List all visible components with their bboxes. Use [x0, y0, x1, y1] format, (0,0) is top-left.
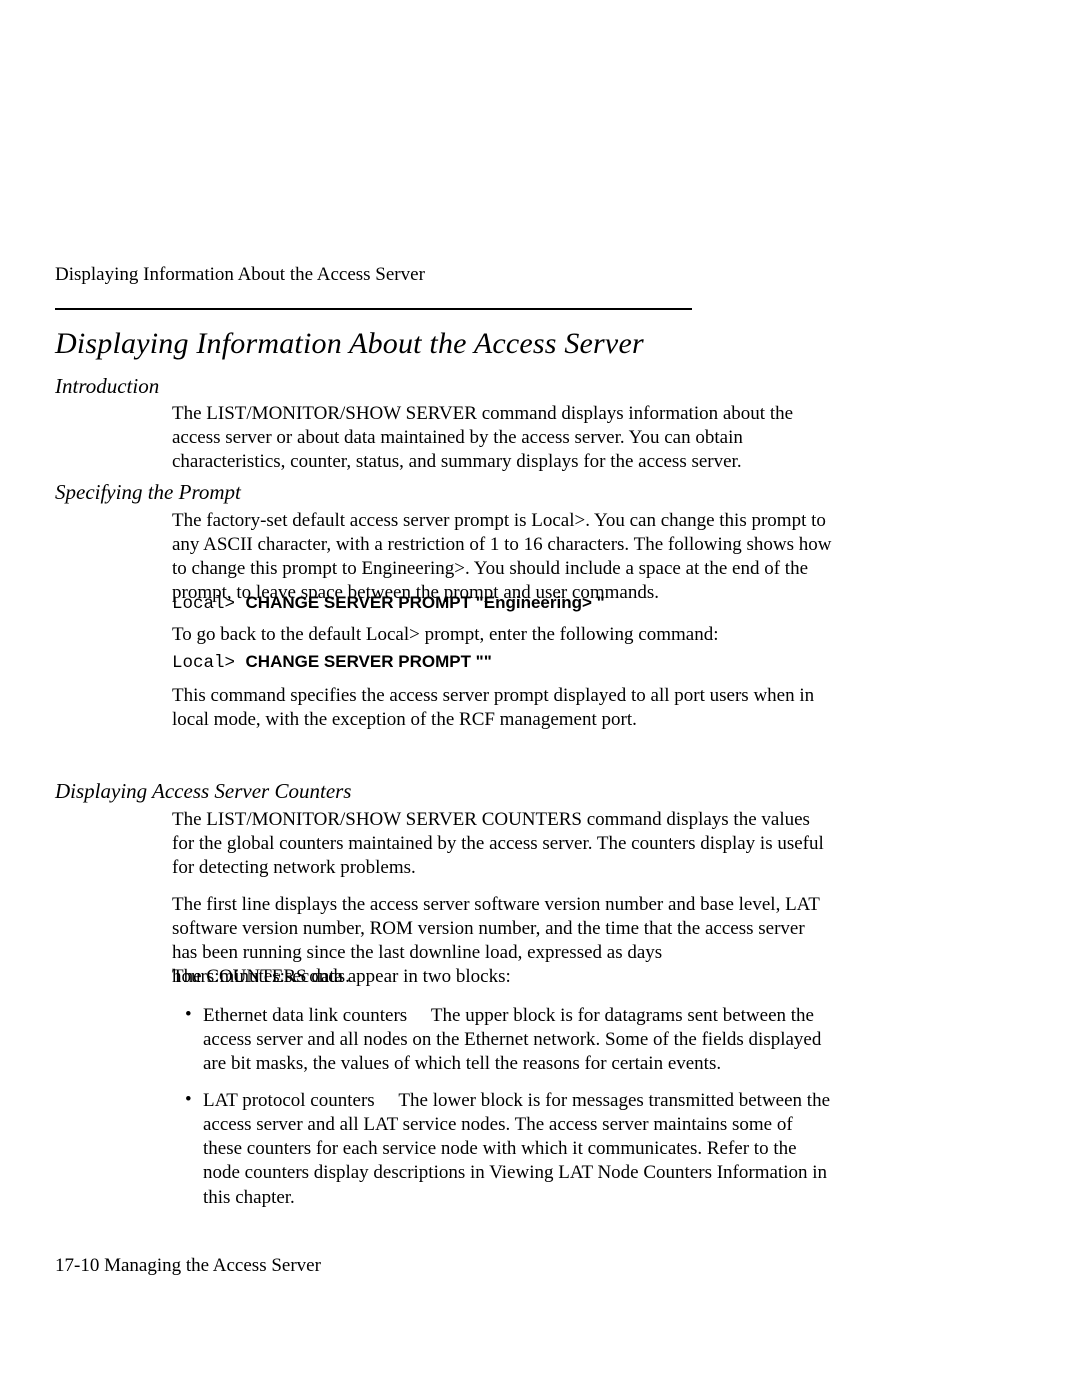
code-prompt: Local> — [172, 594, 246, 614]
subhead-displaying-counters: Displaying Access Server Counters — [55, 779, 351, 804]
list-item-text: LAT protocol counters The lower block is… — [203, 1089, 834, 1210]
page-footer: 17-10 Managing the Access Server — [55, 1255, 321, 1277]
subhead-introduction: Introduction — [55, 374, 159, 399]
page: Displaying Information About the Access … — [0, 0, 1080, 1397]
paragraph: This command specifies the access server… — [172, 684, 834, 732]
subhead-specifying-prompt: Specifying the Prompt — [55, 480, 241, 505]
bullet-icon: • — [185, 1089, 192, 1111]
list-item-text: Ethernet data link counters The upper bl… — [203, 1004, 834, 1076]
bullet-icon: • — [185, 1004, 192, 1026]
paragraph: The COUNTERS data appear in two blocks: — [172, 965, 834, 989]
code-line: Local> CHANGE SERVER PROMPT "" — [172, 651, 834, 674]
horizontal-rule — [55, 308, 692, 310]
paragraph: The LIST/MONITOR/SHOW SERVER COUNTERS co… — [172, 808, 834, 880]
code-prompt: Local> — [172, 653, 246, 673]
paragraph: The LIST/MONITOR/SHOW SERVER command dis… — [172, 402, 834, 474]
code-command: CHANGE SERVER PROMPT "" — [246, 652, 492, 671]
running-head: Displaying Information About the Access … — [55, 264, 425, 286]
code-command: CHANGE SERVER PROMPT "Engineering> " — [246, 593, 605, 612]
code-line: Local> CHANGE SERVER PROMPT "Engineering… — [172, 592, 834, 615]
section-title: Displaying Information About the Access … — [55, 327, 644, 361]
paragraph: To go back to the default Local> prompt,… — [172, 623, 834, 647]
